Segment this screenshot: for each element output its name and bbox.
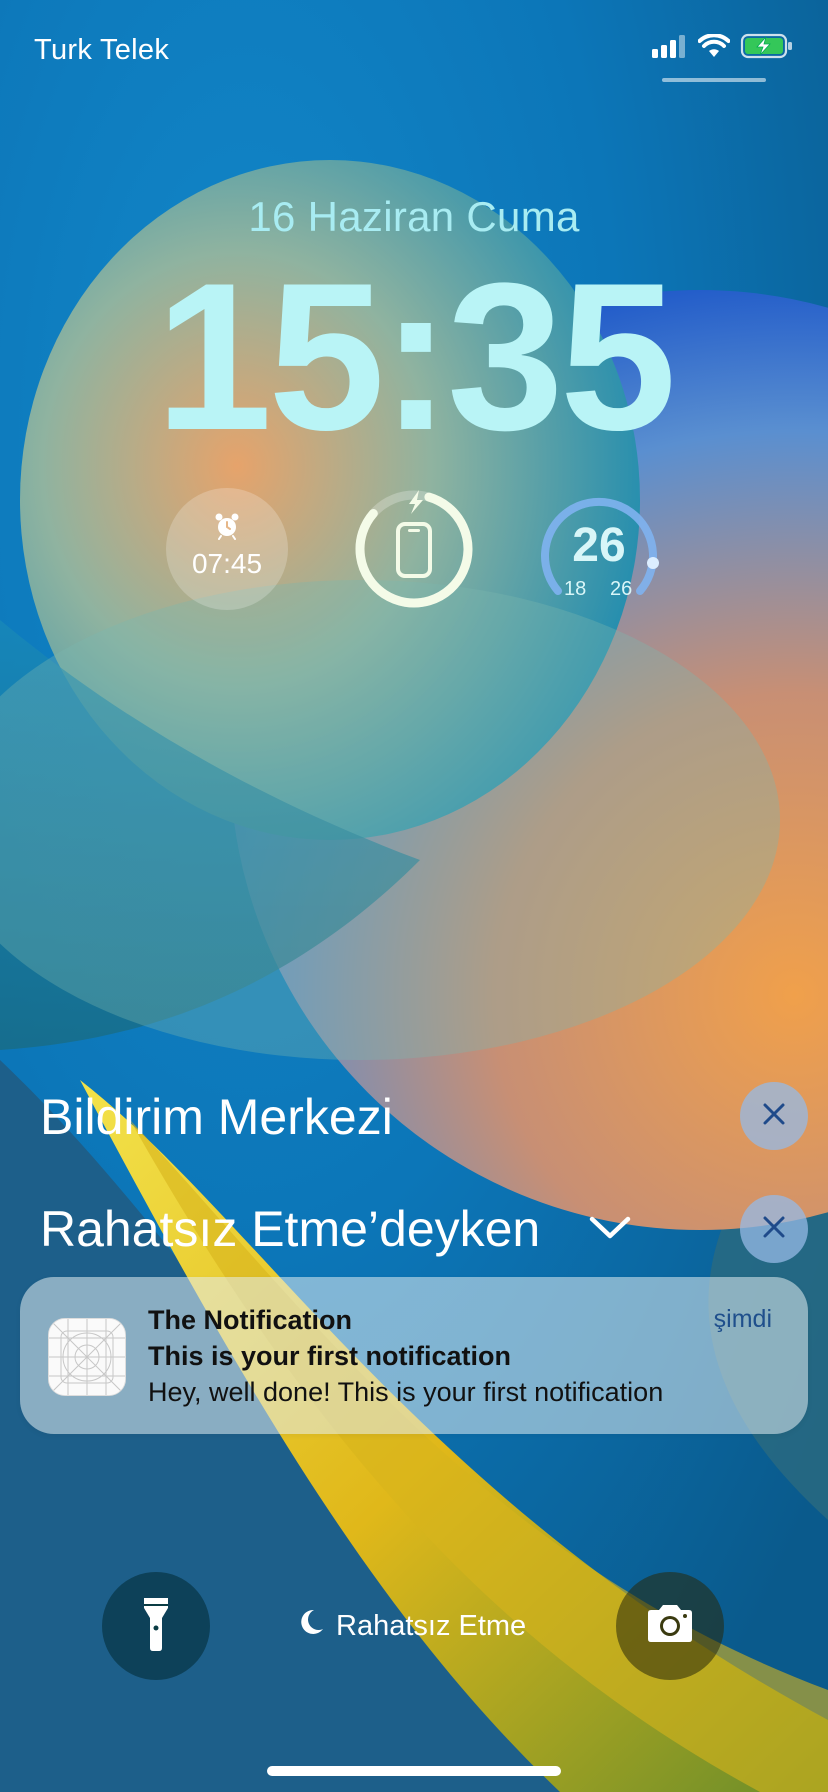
current-temperature: 26 <box>572 519 626 572</box>
low-temperature: 18 <box>564 578 587 600</box>
battery-widget[interactable] <box>353 488 475 610</box>
camera-icon <box>644 1604 696 1649</box>
weather-widget[interactable]: 26 18 26 <box>538 488 660 610</box>
home-indicator[interactable] <box>267 1766 561 1776</box>
dnd-status[interactable]: Rahatsız Etme <box>296 1607 526 1645</box>
flashlight-button[interactable] <box>102 1572 210 1680</box>
close-icon <box>762 1215 786 1244</box>
control-center-indicator[interactable] <box>662 78 766 82</box>
battery-charging-icon <box>740 32 794 65</box>
status-icons <box>652 32 794 64</box>
close-icon <box>762 1102 786 1131</box>
clear-notification-center-button[interactable] <box>740 1082 808 1150</box>
dnd-section-title: Rahatsız Etme’deyken <box>40 1201 541 1257</box>
notification-app-name: The Notification <box>148 1305 352 1335</box>
battery-level-ring <box>355 492 473 608</box>
iphone-icon <box>396 522 432 578</box>
clear-dnd-notifications-button[interactable] <box>740 1195 808 1263</box>
flashlight-icon <box>141 1596 171 1657</box>
camera-button[interactable] <box>616 1572 724 1680</box>
moon-icon <box>296 1607 326 1645</box>
alarm-clock-icon <box>213 512 241 545</box>
notification-body: Hey, well done! This is your first notif… <box>148 1377 664 1407</box>
cellular-signal-icon <box>652 34 688 63</box>
high-temperature: 26 <box>610 578 633 600</box>
notification-time: şimdi <box>713 1305 772 1333</box>
status-bar: Turk Telek <box>0 0 828 100</box>
lock-time: 15:35 <box>155 239 676 474</box>
alarm-widget[interactable]: 07:45 <box>166 488 288 610</box>
chevron-down-icon[interactable] <box>588 1214 632 1247</box>
notification-card[interactable]: The Notification şimdi This is your firs… <box>20 1277 808 1434</box>
app-icon <box>48 1318 126 1396</box>
carrier-name: Turk Telek <box>34 34 170 66</box>
alarm-time: 07:45 <box>191 548 263 579</box>
notification-title: This is your first notification <box>148 1341 512 1371</box>
wifi-icon <box>697 32 731 63</box>
lock-date: 16 Haziran Cuma <box>248 193 580 240</box>
dnd-label: Rahatsız Etme <box>336 1609 527 1642</box>
notification-center-title: Bildirim Merkezi <box>40 1089 393 1145</box>
